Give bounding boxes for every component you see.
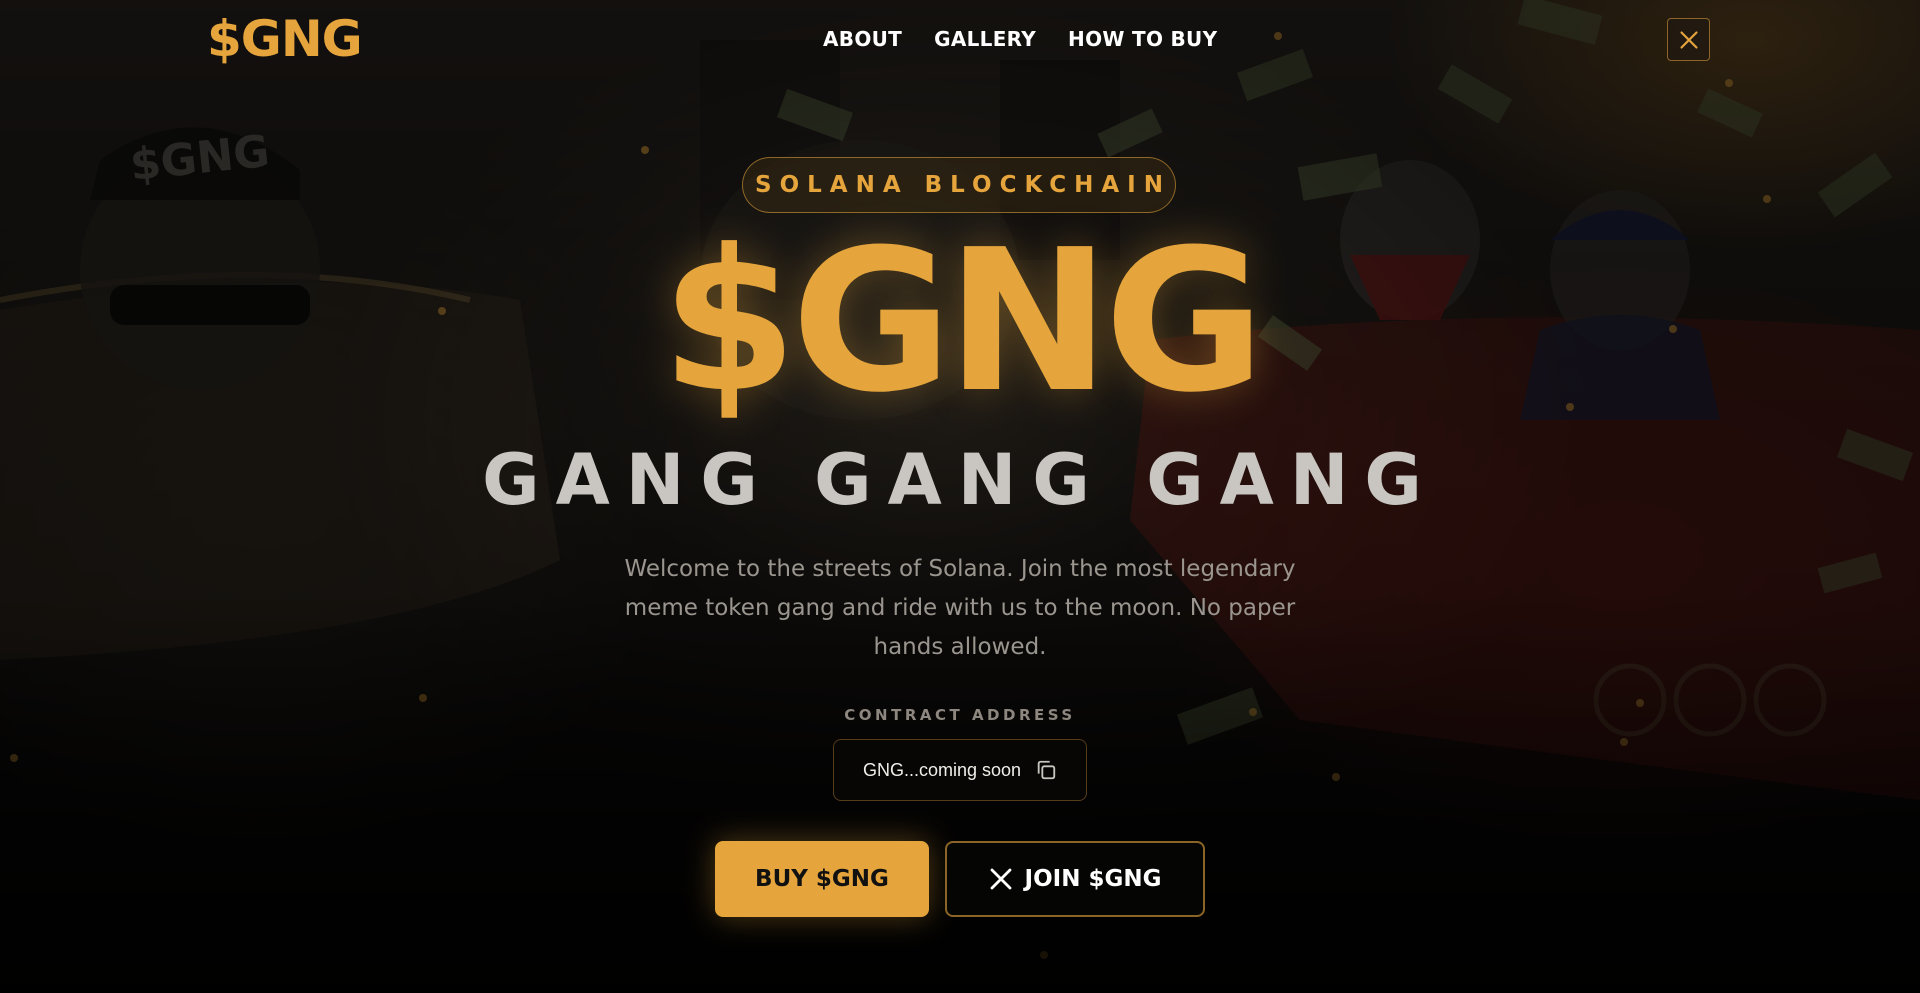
contract-address: GNG...coming soon (862, 759, 1022, 780)
contract-address-box[interactable]: GNG...coming soon (833, 739, 1087, 801)
chain-badge-label: SOLANA BLOCKCHAIN (755, 172, 1171, 198)
nav-about[interactable]: ABOUT (823, 27, 902, 51)
join-x-button[interactable]: JOIN $GNG (945, 841, 1205, 917)
hero-description: Welcome to the streets of Solana. Join t… (624, 556, 1296, 660)
hero-title: $GNG (660, 208, 1265, 436)
chain-badge: SOLANA BLOCKCHAIN (742, 157, 1176, 213)
x-logo-icon (990, 868, 1011, 890)
buy-button[interactable]: BUY $GNG (715, 841, 929, 917)
nav-how-to-buy[interactable]: HOW TO BUY (1068, 27, 1217, 51)
nav-gallery[interactable]: GALLERY (934, 27, 1036, 51)
main-nav: ABOUT GALLERY HOW TO BUY (823, 27, 1217, 51)
site-logo[interactable]: $GNG (207, 10, 363, 68)
x-social-button[interactable] (1667, 18, 1710, 61)
hero-subtitle: GANG GANG GANG (482, 439, 1438, 521)
copy-icon[interactable] (1035, 759, 1057, 781)
join-button-label: JOIN $GNG (1024, 866, 1162, 892)
x-logo-icon (1679, 30, 1698, 49)
contract-label: CONTRACT ADDRESS (844, 706, 1076, 724)
